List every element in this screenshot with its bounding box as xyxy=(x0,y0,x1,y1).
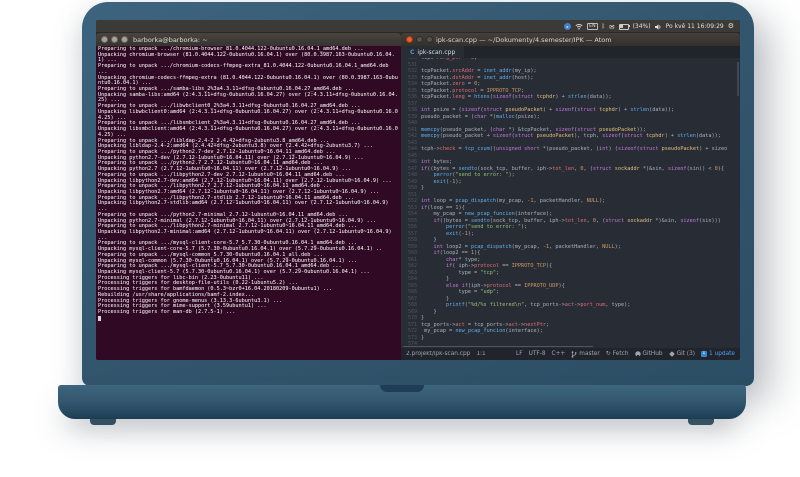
fetch-sync-icon: ↻ xyxy=(605,350,611,357)
git-branch-icon xyxy=(571,350,577,358)
atom-status-bar: 2.projekt/ipk-scan.cpp 1:1 LF UTF-8 C++ mas… xyxy=(401,348,740,360)
status-item-fetch[interactable]: ↻ Fetch xyxy=(605,350,629,358)
status-item-c-[interactable]: C++ xyxy=(552,351,566,357)
atom-maximize-button[interactable] xyxy=(426,36,433,43)
horizontal-scrollbar[interactable] xyxy=(403,345,593,347)
mail-icon[interactable]: ✉ xyxy=(609,23,614,30)
code-line: memcpy(pseudo_packet + sizeof(struct pse… xyxy=(421,133,721,139)
keyboard-layout-indicator[interactable]: EN xyxy=(587,23,598,30)
status-file-path[interactable]: 2.projekt/ipk-scan.cpp xyxy=(406,351,470,357)
laptop-base xyxy=(58,385,746,419)
status-item-master[interactable]: master xyxy=(571,350,600,358)
laptop-mockup: ▸ EN ᛒ ✉ (34%) Po kvě 11 16:09:29 ⚙ barb… xyxy=(0,0,800,477)
git-icon xyxy=(669,351,675,357)
atom-title: ipk-scan.cpp — ~/Dokumenty/4.semester/IP… xyxy=(436,35,612,44)
status-item-github[interactable]: GitHub xyxy=(634,351,663,357)
terminal-maximize-button[interactable] xyxy=(121,36,128,43)
vertical-scrollbar[interactable] xyxy=(737,62,739,96)
status-item-utf-8[interactable]: UTF-8 xyxy=(529,351,546,357)
atom-window: ipk-scan.cpp — ~/Dokumenty/4.semester/IP… xyxy=(401,33,740,360)
laptop-screen-frame: ▸ EN ᛒ ✉ (34%) Po kvě 11 16:09:29 ⚙ barb… xyxy=(82,2,754,386)
terminal-close-button[interactable] xyxy=(101,36,108,43)
status-cursor-position[interactable]: 1:1 xyxy=(476,351,485,357)
bluetooth-icon[interactable]: ᛒ xyxy=(602,23,606,30)
terminal-titlebar: barborka@barborka: ~ xyxy=(96,33,401,46)
clock[interactable]: Po kvě 11 16:09:29 xyxy=(666,23,724,30)
tab-label: ipk-scan.cpp xyxy=(417,48,456,56)
terminal-window: barborka@barborka: ~ Preparing to unpack… xyxy=(96,33,401,360)
status-item-lf[interactable]: LF xyxy=(516,351,523,357)
editor-code[interactable]: tcph->urg_ptr = 0; tcpPacket.srcAddr = in… xyxy=(421,58,740,348)
status-item-git-3-[interactable]: Git (3) xyxy=(669,351,695,357)
desktop: ▸ EN ᛒ ✉ (34%) Po kvě 11 16:09:29 ⚙ barb… xyxy=(96,20,740,360)
laptop-hinge-notch xyxy=(380,385,424,392)
editor-gutter: 530 531 532 533 534 535 536 537 538 539 540 541 542 5… xyxy=(401,58,421,348)
atom-tab-bar: C ipk-scan.cpp xyxy=(401,46,740,58)
atom-close-button[interactable] xyxy=(406,36,413,43)
wifi-icon[interactable] xyxy=(575,23,583,30)
terminal-cursor xyxy=(98,315,101,321)
system-tray: ▸ EN ᛒ ✉ (34%) Po kvě 11 16:09:29 ⚙ xyxy=(564,23,740,30)
volume-icon[interactable] xyxy=(654,23,662,30)
atom-minimize-button[interactable] xyxy=(416,36,423,43)
status-item-1-update[interactable]: ↓ 1 update xyxy=(701,351,735,357)
update-icon: ↓ xyxy=(701,351,708,357)
terminal-output[interactable]: Preparing to unpack .../chromium-browser… xyxy=(96,46,401,360)
c-source-icon: C xyxy=(410,48,415,56)
terminal-minimize-button[interactable] xyxy=(111,36,118,43)
github-icon xyxy=(634,351,641,357)
top-panel: ▸ EN ᛒ ✉ (34%) Po kvě 11 16:09:29 ⚙ xyxy=(96,20,740,33)
status-right: LF UTF-8 C++ master ↻ Fetch GitHub Git (3) ↓ 1 up… xyxy=(516,351,735,358)
terminal-title: barborka@barborka: ~ xyxy=(133,35,208,44)
atom-editor[interactable]: 530 531 532 533 534 535 536 537 538 539 540 541 542 5… xyxy=(401,58,740,348)
code-line: tcph->check = tcp_csum((unsigned short *… xyxy=(421,146,728,152)
battery-icon[interactable] xyxy=(618,23,630,30)
indicator-app-icon[interactable]: ▸ xyxy=(564,23,572,30)
battery-percentage: (34%) xyxy=(632,23,651,30)
tab-ipk-scan-cpp[interactable]: C ipk-scan.cpp xyxy=(401,46,465,58)
session-gear-icon[interactable]: ⚙ xyxy=(728,23,734,30)
atom-titlebar: ipk-scan.cpp — ~/Dokumenty/4.semester/IP… xyxy=(401,33,740,46)
